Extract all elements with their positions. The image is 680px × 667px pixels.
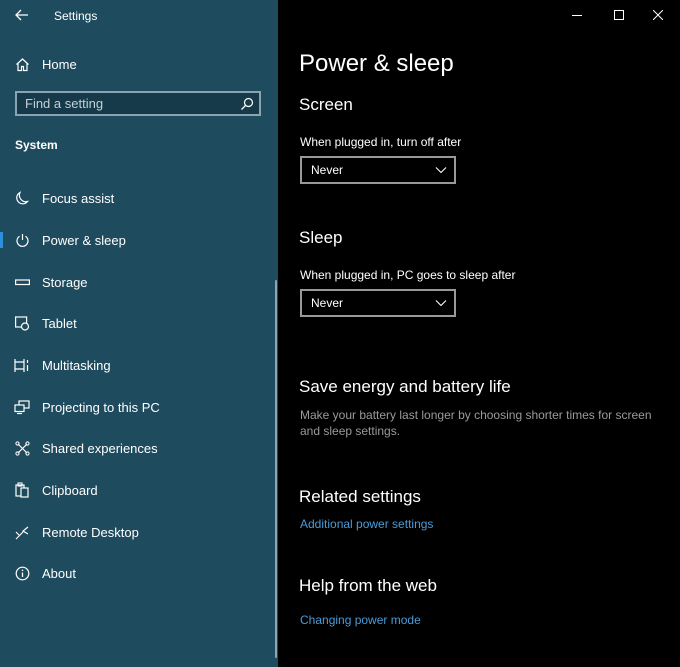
related-settings-heading: Related settings (299, 487, 421, 506)
search-box (15, 91, 261, 116)
sidebar-item-clipboard[interactable]: Clipboard (0, 472, 275, 508)
sleep-label: When plugged in, PC goes to sleep after (300, 268, 516, 282)
sidebar-item-label: Shared experiences (42, 441, 158, 456)
close-button[interactable] (635, 0, 680, 30)
sidebar-item-label: Focus assist (42, 191, 115, 206)
chevron-down-icon (435, 167, 447, 174)
additional-power-settings-link[interactable]: Additional power settings (300, 517, 433, 531)
back-button[interactable] (10, 4, 34, 26)
power-icon (14, 232, 30, 248)
remote-desktop-icon (14, 524, 30, 540)
sidebar-item-label: Power & sleep (42, 233, 126, 248)
sidebar-item-home[interactable]: Home (0, 50, 275, 78)
search-input[interactable] (25, 93, 235, 114)
page-title: Power & sleep (299, 50, 454, 77)
main-content: Power & sleep Screen When plugged in, tu… (279, 0, 680, 667)
home-icon (14, 56, 30, 72)
multitasking-icon (14, 357, 30, 373)
screen-timeout-dropdown[interactable]: Never (300, 156, 456, 184)
sidebar-item-label: Multitasking (42, 358, 111, 373)
screen-label: When plugged in, turn off after (300, 135, 462, 149)
dropdown-value: Never (311, 296, 344, 310)
save-energy-description: Make your battery last longer by choosin… (300, 408, 652, 438)
sidebar-item-focus-assist[interactable]: Focus assist (0, 180, 275, 216)
screen-heading: Screen (299, 95, 353, 114)
sidebar-item-projecting[interactable]: Projecting to this PC (0, 389, 275, 425)
sleep-timeout-dropdown[interactable]: Never (300, 289, 456, 317)
storage-icon (14, 274, 30, 290)
sleep-heading: Sleep (299, 228, 343, 247)
dropdown-value: Never (311, 163, 344, 177)
sidebar-item-remote-desktop[interactable]: Remote Desktop (0, 514, 275, 550)
title-bar: Settings (0, 0, 278, 32)
shared-icon (14, 440, 30, 456)
sidebar-item-shared-experiences[interactable]: Shared experiences (0, 430, 275, 466)
changing-power-mode-link[interactable]: Changing power mode (300, 613, 421, 627)
sidebar-item-tablet[interactable]: Tablet (0, 305, 275, 341)
tablet-icon (14, 315, 30, 331)
chevron-down-icon (435, 300, 447, 307)
maximize-icon (614, 10, 624, 20)
sidebar-item-multitasking[interactable]: Multitasking (0, 347, 275, 383)
sidebar-item-about[interactable]: About (0, 555, 275, 591)
save-energy-heading: Save energy and battery life (299, 377, 511, 396)
sidebar-item-label: Projecting to this PC (42, 400, 160, 415)
minimize-button[interactable] (554, 0, 600, 30)
clipboard-icon (14, 482, 30, 498)
sidebar-item-label: Storage (42, 275, 88, 290)
projecting-icon (14, 399, 30, 415)
sidebar-item-power-sleep[interactable]: Power & sleep (0, 222, 275, 258)
back-arrow-icon (15, 9, 28, 21)
sidebar: Settings Home System Focus assist Power … (0, 0, 278, 667)
section-label-system: System (15, 138, 58, 152)
sidebar-item-label: Tablet (42, 316, 77, 331)
search-icon[interactable] (239, 96, 255, 112)
close-icon (653, 10, 663, 20)
minimize-icon (572, 15, 582, 16)
sidebar-item-label: Remote Desktop (42, 525, 139, 540)
app-title: Settings (54, 9, 98, 23)
moon-icon (14, 190, 30, 206)
help-heading: Help from the web (299, 576, 437, 595)
info-icon (14, 565, 30, 581)
sidebar-item-storage[interactable]: Storage (0, 264, 275, 300)
sidebar-item-label: Home (42, 57, 77, 72)
sidebar-scrollbar[interactable] (275, 280, 277, 658)
sidebar-item-label: Clipboard (42, 483, 98, 498)
sidebar-item-label: About (42, 566, 76, 581)
